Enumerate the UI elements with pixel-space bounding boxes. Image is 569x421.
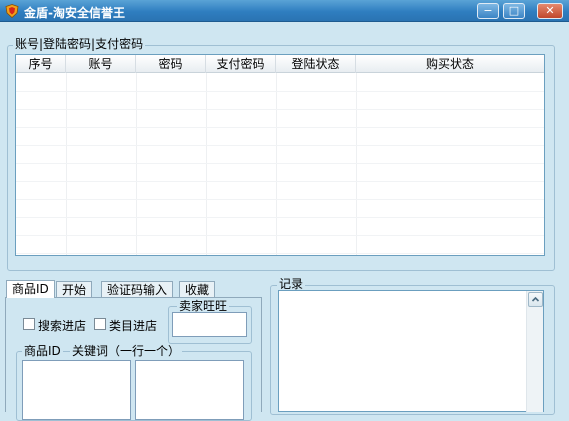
minimize-button[interactable]: − [477, 3, 499, 19]
search-store-label: 搜索进店 [38, 319, 87, 333]
table-row-line [16, 217, 544, 218]
keywords-textarea[interactable] [135, 360, 244, 420]
table-row-line [16, 127, 544, 128]
close-button[interactable]: ✕ [537, 3, 563, 19]
scroll-up-button[interactable] [528, 292, 543, 307]
table-row-line [16, 253, 544, 254]
table-row-line [16, 109, 544, 110]
table-column-line [356, 73, 357, 255]
chevron-up-icon [531, 296, 540, 302]
table-row-line [16, 181, 544, 182]
column-header-account[interactable]: 账号 [66, 55, 136, 73]
title-bar[interactable]: 金盾-淘安全信誉王 − □ ✕ [0, 0, 569, 22]
table-header: 序号 账号 密码 支付密码 登陆状态 购买状态 [16, 55, 544, 73]
table-column-line [136, 73, 137, 255]
column-header-pay-password[interactable]: 支付密码 [206, 55, 276, 73]
tab-favorites[interactable]: 收藏 [179, 281, 216, 298]
column-header-index[interactable]: 序号 [16, 55, 66, 73]
table-row-line [16, 91, 544, 92]
column-header-login-status[interactable]: 登陆状态 [276, 55, 356, 73]
accounts-group-legend: 账号|登陆密码|支付密码 [13, 37, 146, 51]
table-column-line [66, 73, 67, 255]
seller-group-legend: 卖家旺旺 [177, 299, 230, 313]
window-title: 金盾-淘安全信誉王 [24, 6, 125, 20]
column-header-password[interactable]: 密码 [136, 55, 206, 73]
log-group-legend: 记录 [277, 277, 306, 291]
table-row-line [16, 235, 544, 236]
seller-wangwang-input[interactable] [172, 312, 247, 337]
log-textarea[interactable] [278, 290, 544, 412]
table-column-line [276, 73, 277, 255]
log-scrollbar[interactable] [526, 291, 543, 412]
shield-icon [5, 4, 19, 18]
table-column-line [206, 73, 207, 255]
category-store-checkbox[interactable] [94, 318, 106, 330]
accounts-table[interactable]: 序号 账号 密码 支付密码 登陆状态 购买状态 [15, 54, 545, 256]
column-header-purchase-status[interactable]: 购买状态 [356, 55, 544, 73]
product-id-textarea[interactable] [22, 360, 131, 420]
category-store-label: 类目进店 [109, 319, 158, 333]
product-id-panel: 搜索进店 类目进店 卖家旺旺 商品ID 关键词（一行一个） [5, 297, 262, 421]
tab-captcha-input[interactable]: 验证码输入 [101, 281, 174, 298]
tab-product-id[interactable]: 商品ID [6, 280, 55, 298]
maximize-button[interactable]: □ [503, 3, 525, 19]
search-store-checkbox[interactable] [23, 318, 35, 330]
product-id-legend: 商品ID [22, 344, 63, 358]
table-row-line [16, 163, 544, 164]
keywords-legend: 关键词（一行一个） [70, 344, 183, 358]
tab-start[interactable]: 开始 [56, 281, 93, 298]
table-row-line [16, 145, 544, 146]
table-row-line [16, 199, 544, 200]
